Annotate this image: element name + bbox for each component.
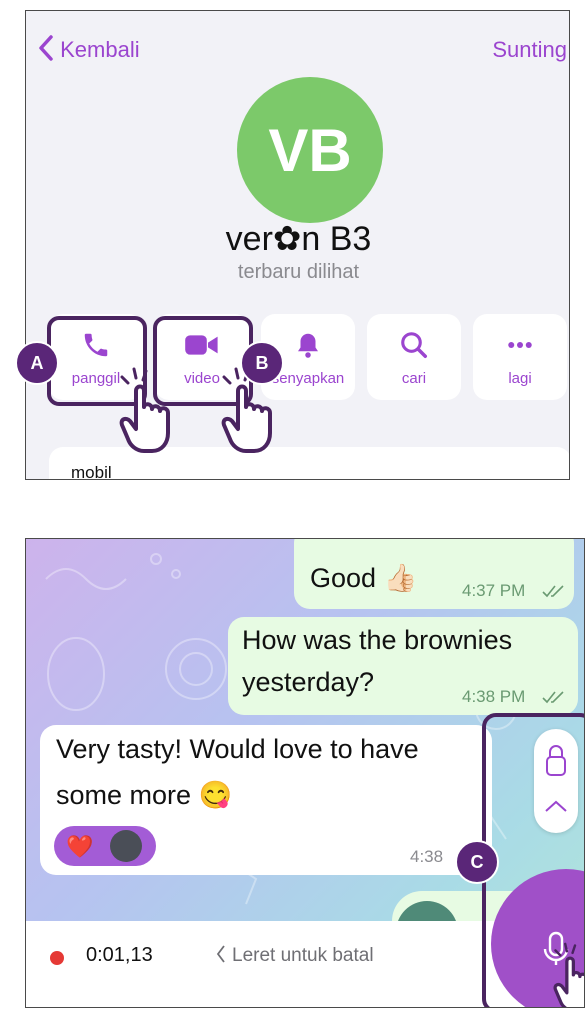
message-time: 4:38 PM [462,687,526,706]
recording-dot-icon [50,951,64,965]
info-text: mobil [71,463,112,480]
chat-panel: Good 👍🏻 4:37 PM How was the brownies yes… [25,538,585,1008]
callout-badge-c: C [455,840,499,884]
last-seen-status: terbaru dilihat [237,261,360,283]
reactor-avatar [110,830,142,862]
slide-to-cancel[interactable]: Leret untuk batal [216,944,374,967]
more-button[interactable]: lagi [473,314,567,400]
reaction-chip[interactable]: ❤️ [54,826,156,866]
message-time: 4:38 [410,847,444,866]
message-text: Good 👍🏻 [310,563,418,593]
message-time: 4:37 PM [462,581,526,600]
back-label: Kembali [60,37,140,62]
callout-badge-b: B [240,341,284,385]
search-icon [401,332,427,358]
back-button[interactable]: Kembali [38,35,140,63]
more-icon [508,342,532,348]
double-check-icon [542,691,564,704]
search-button[interactable]: cari [367,314,461,400]
heart-reaction: ❤️ [66,834,94,859]
slide-to-cancel-label: Leret untuk batal [232,945,374,966]
contact-name: ver✿n B3 [225,220,372,258]
edit-button[interactable]: Sunting [492,37,567,63]
message-text-line2: some more 😋 [56,780,233,810]
callout-badge-a: A [15,341,59,385]
chevron-left-icon [216,945,225,963]
chevron-left-icon [39,35,53,61]
tap-hand-icon [553,942,584,1007]
tap-hand-icon [119,367,170,453]
message-text-line1: How was the brownies [242,625,513,655]
recording-timer: 0:01,13 [86,944,153,966]
message-text-line2: yesterday? [242,667,375,697]
avatar: VB [237,77,383,223]
bell-icon [298,333,318,358]
contact-profile-panel: Kembali Sunting VB ver✿n B3 terbaru dili… [25,10,570,480]
search-label: cari [401,370,427,387]
more-label: lagi [508,370,532,387]
double-check-icon [542,585,564,598]
message-text-line1: Very tasty! Would love to have [56,734,419,764]
